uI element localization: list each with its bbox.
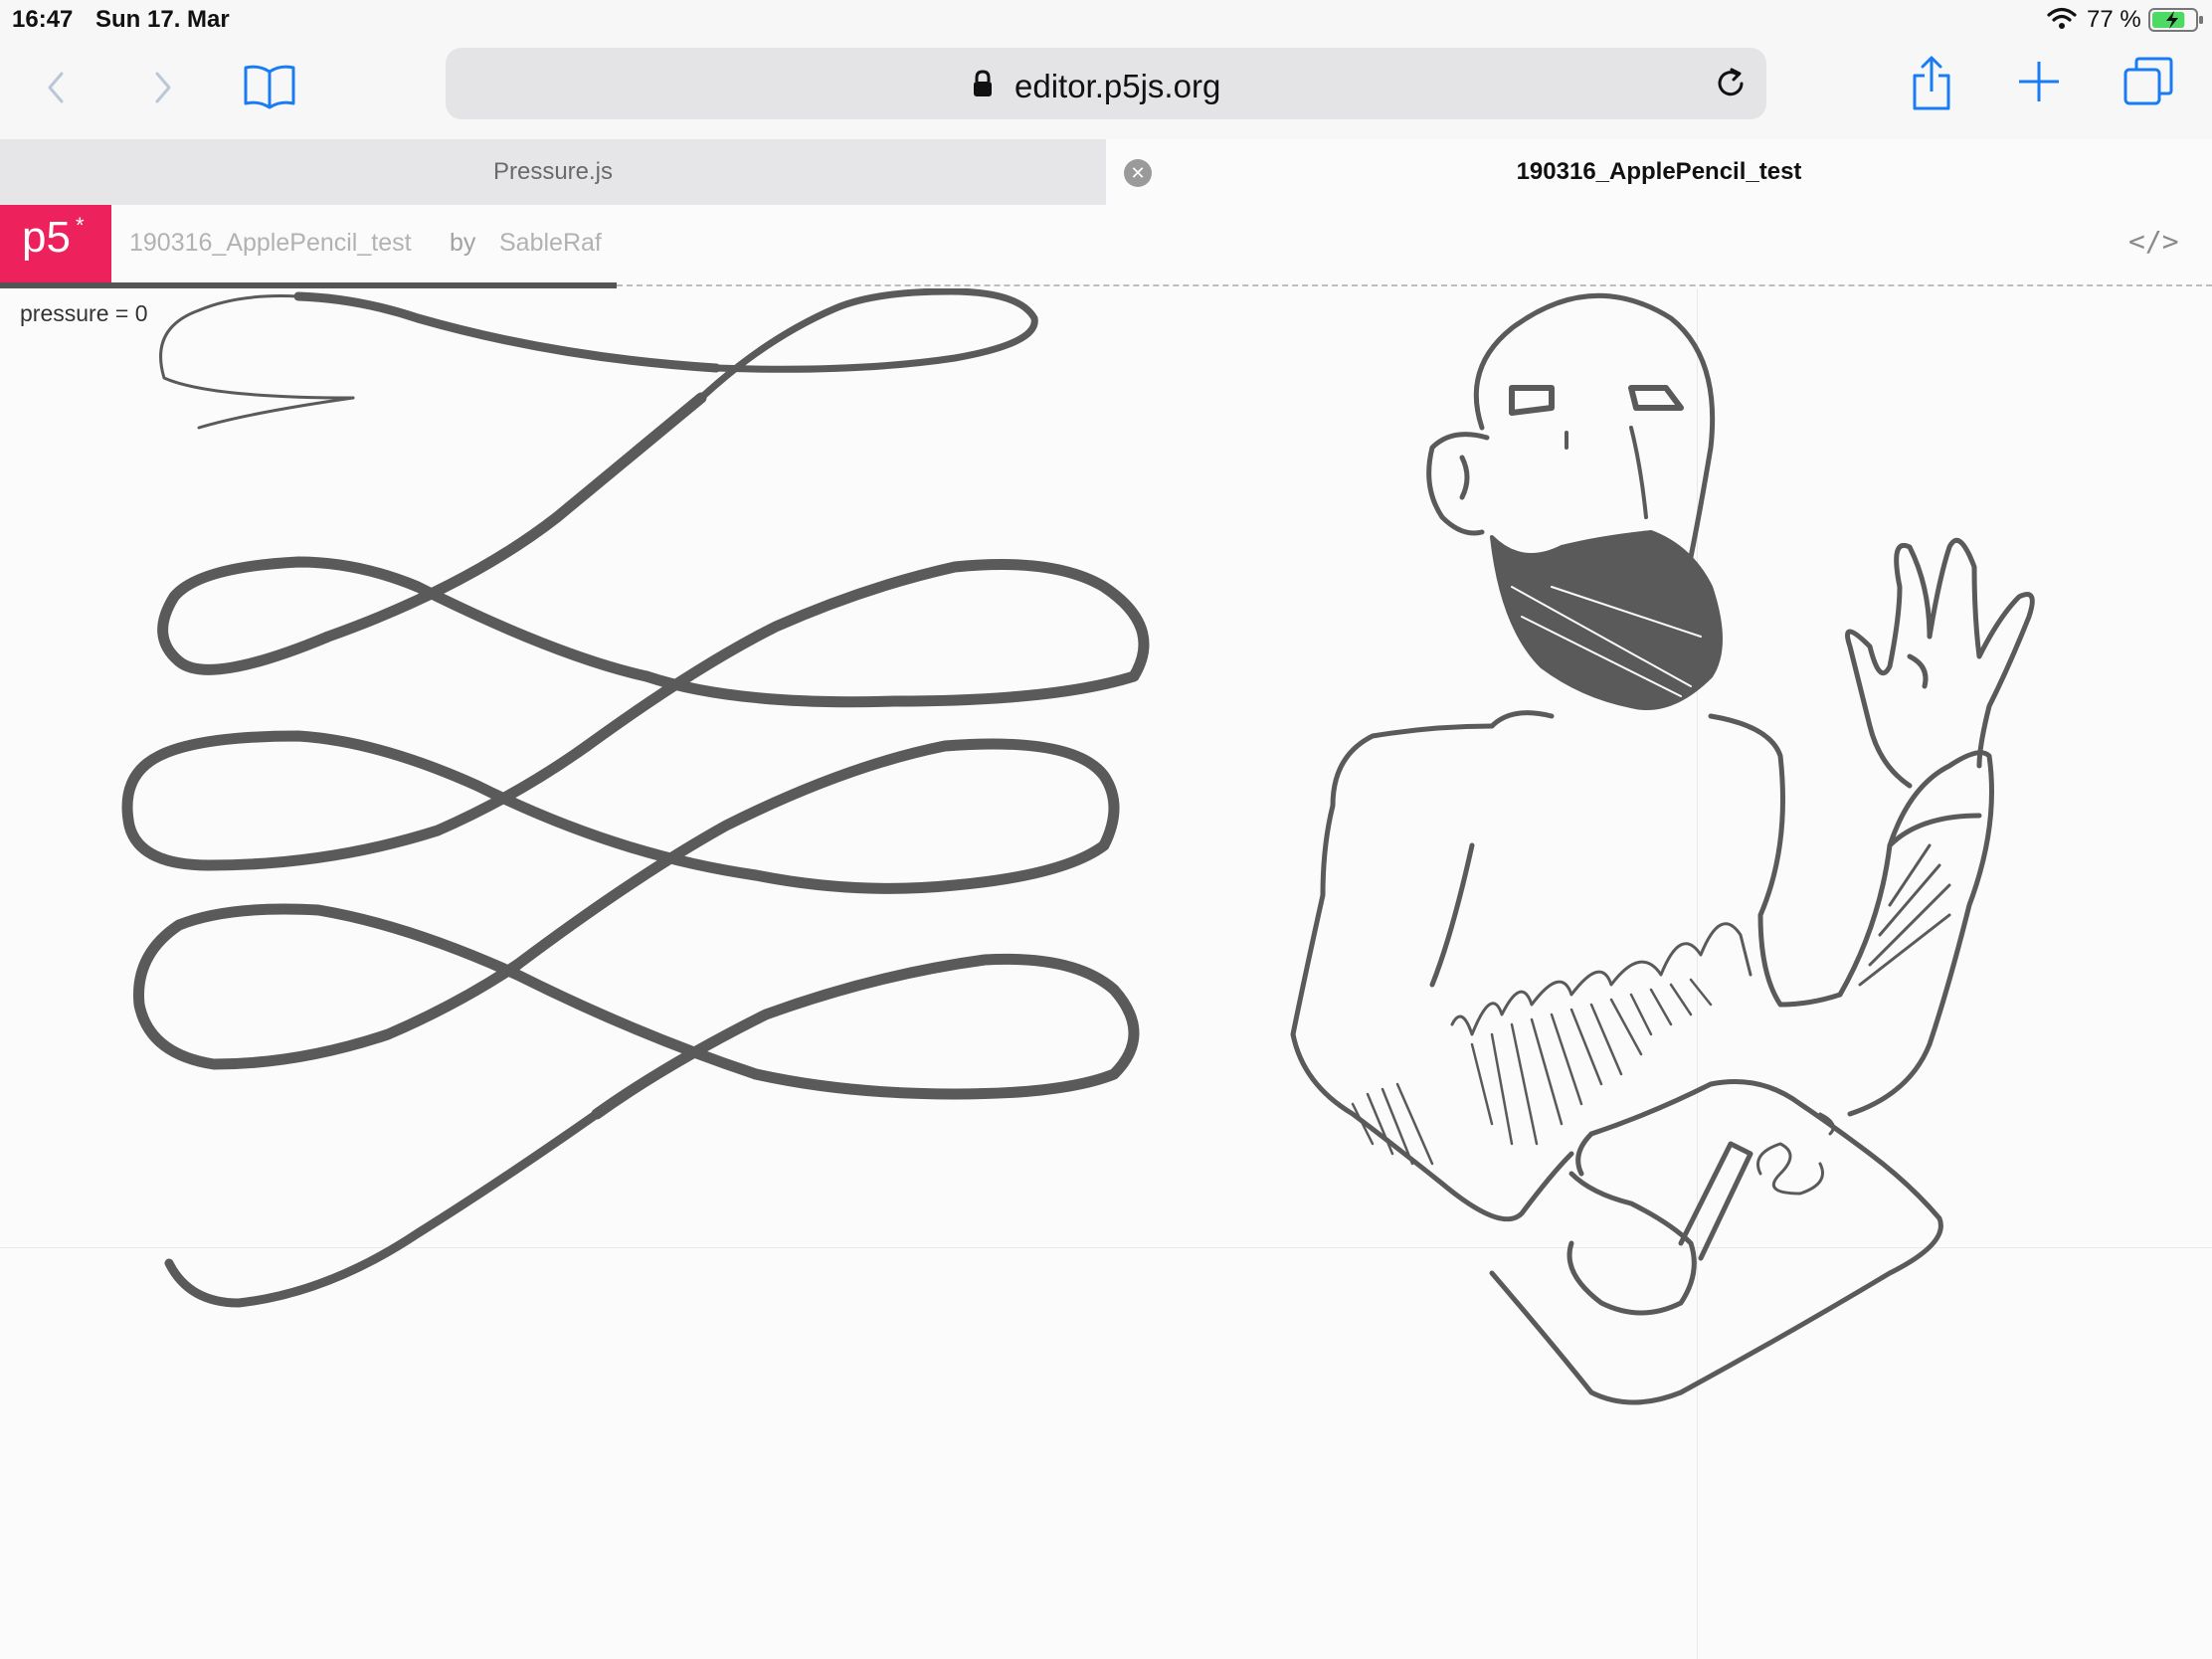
tab-pressure-js[interactable]: Pressure.js — [0, 139, 1106, 205]
tab-label: Pressure.js — [492, 158, 614, 185]
tab-bar: Pressure.js 190316_ApplePencil_test ✕ — [0, 139, 2212, 205]
back-icon[interactable] — [44, 70, 68, 105]
new-tab-icon[interactable] — [2017, 60, 2061, 103]
header-divider — [617, 284, 2212, 286]
battery-charging-icon — [2148, 8, 2203, 32]
lock-icon — [974, 70, 992, 96]
p5-logo-text: p5 — [22, 213, 71, 262]
url-text: editor.p5js.org — [1014, 68, 1221, 104]
sketch-canvas[interactable]: pressure = 0 — [0, 288, 2212, 1659]
p5-logo[interactable]: p5 * — [0, 205, 111, 282]
loop-stroke — [121, 288, 1150, 1308]
tab-label: 190316_ApplePencil_test — [1516, 158, 1802, 185]
status-bar: 16:47 Sun 17. Mar 77 % — [0, 0, 2212, 40]
share-icon[interactable] — [1910, 54, 1953, 111]
status-date: Sun 17. Mar — [95, 6, 230, 33]
wifi-icon — [2047, 7, 2077, 29]
status-time: 16:47 — [12, 6, 74, 33]
p5-header: p5 * 190316_ApplePencil_test by SableRaf… — [0, 205, 2212, 288]
character-sketch — [1290, 292, 2035, 1405]
p5-logo-star: * — [76, 213, 85, 238]
forward-icon[interactable] — [151, 70, 175, 105]
browser-toolbar: editor.p5js.org — [0, 40, 2212, 139]
reload-icon[interactable] — [1713, 66, 1749, 101]
close-tab-icon[interactable]: ✕ — [1124, 159, 1152, 187]
code-toggle-icon[interactable]: </> — [2128, 225, 2179, 258]
tabs-overview-icon[interactable] — [2122, 56, 2174, 107]
sketch-by-label: by — [450, 229, 476, 257]
pencil-drawing — [121, 288, 2035, 1405]
tab-applepencil-test[interactable]: 190316_ApplePencil_test — [1106, 139, 2212, 205]
battery-percent: 77 % — [2087, 6, 2141, 33]
sketch-author[interactable]: SableRaf — [499, 229, 602, 258]
url-bar[interactable]: editor.p5js.org — [446, 48, 1766, 119]
sketch-name[interactable]: 190316_ApplePencil_test — [129, 229, 412, 258]
bookmarks-icon[interactable] — [243, 62, 296, 109]
